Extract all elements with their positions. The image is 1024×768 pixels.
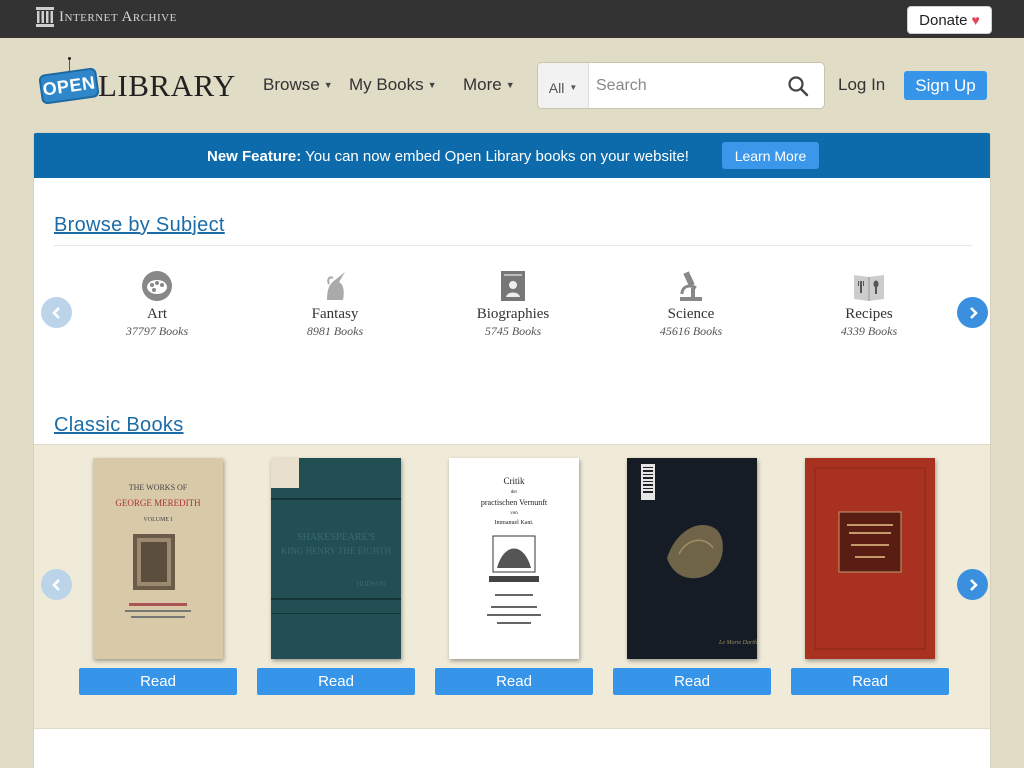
- chevron-down-icon: ▼: [505, 80, 515, 90]
- subject-name: Art: [147, 306, 167, 322]
- microscope-icon: [674, 269, 708, 303]
- subject-science[interactable]: Science 45616 Books: [631, 269, 751, 339]
- cover-line: Critik: [503, 476, 525, 486]
- book-cover[interactable]: THE WORKS OF GEORGE MEREDITH VOLUME I: [93, 458, 223, 659]
- login-link[interactable]: Log In: [838, 75, 885, 95]
- cover-line: der: [511, 490, 518, 495]
- browse-by-subject-heading[interactable]: Browse by Subject: [54, 214, 225, 237]
- nav-more[interactable]: More ▼: [463, 75, 515, 95]
- book-cover[interactable]: Critik der practischen Vernunft von Imma…: [449, 458, 579, 659]
- signup-button[interactable]: Sign Up: [904, 71, 987, 100]
- cover-line: Immanuel Kant.: [495, 520, 534, 526]
- top-bar: Internet Archive Donate ♥: [0, 0, 1024, 38]
- internet-archive-logo[interactable]: Internet Archive: [36, 7, 177, 27]
- subjects-next-button[interactable]: [957, 297, 988, 328]
- main-content: New Feature: You can now embed Open Libr…: [33, 132, 991, 768]
- chevron-right-icon: [969, 306, 978, 319]
- subject-biographies[interactable]: Biographies 5745 Books: [453, 269, 573, 339]
- banner-text: New Feature: You can now embed Open Libr…: [207, 148, 689, 165]
- read-button[interactable]: Read: [257, 668, 415, 695]
- chevron-down-icon: ▼: [569, 83, 578, 92]
- cover-line: KING HENRY THE EIGHTH: [281, 546, 392, 556]
- subject-count: 37797 Books: [125, 324, 189, 338]
- search-input[interactable]: [590, 63, 780, 108]
- search-scope-label: All: [548, 79, 565, 96]
- donate-button[interactable]: Donate ♥: [907, 6, 992, 34]
- nav-my-books-label: My Books: [349, 75, 424, 94]
- book-cover[interactable]: SHAKESPEARE'S KING HENRY THE EIGHTH HUDS…: [271, 458, 401, 659]
- open-library-logo[interactable]: OPEN LIBRARY: [38, 56, 235, 106]
- subject-recipes[interactable]: Recipes 4339 Books: [809, 269, 929, 339]
- subject-count: 45616 Books: [659, 324, 723, 338]
- search-icon[interactable]: [786, 74, 810, 98]
- portrait-book-icon: [496, 269, 530, 303]
- cover-line: von: [510, 511, 518, 516]
- learn-more-button[interactable]: Learn More: [722, 142, 819, 169]
- section-divider: [54, 245, 972, 246]
- nav-browse[interactable]: Browse ▼: [263, 75, 333, 95]
- nav-more-label: More: [463, 75, 502, 94]
- subject-name: Recipes: [845, 306, 893, 322]
- chevron-right-icon: [969, 578, 978, 591]
- nav-browse-label: Browse: [263, 75, 320, 94]
- subject-name: Fantasy: [311, 306, 359, 322]
- cookbook-icon: [852, 269, 886, 303]
- feature-banner: New Feature: You can now embed Open Libr…: [34, 133, 990, 178]
- read-button[interactable]: Read: [613, 668, 771, 695]
- logo-open-sign: OPEN: [38, 67, 100, 105]
- archive-building-icon: [36, 7, 54, 27]
- internet-archive-name: Internet Archive: [59, 8, 177, 25]
- subject-fantasy[interactable]: Fantasy 8981 Books: [275, 269, 395, 339]
- books-prev-button[interactable]: [41, 569, 72, 600]
- subject-count: 8981 Books: [306, 324, 364, 338]
- classic-books-heading[interactable]: Classic Books: [54, 414, 184, 437]
- subject-art[interactable]: Art 37797 Books: [97, 269, 217, 339]
- subject-count: 5745 Books: [484, 324, 542, 338]
- banner-message: You can now embed Open Library books on …: [301, 148, 689, 165]
- cover-line: VOLUME I: [143, 517, 172, 523]
- cover-line: GEORGE MEREDITH: [115, 498, 201, 508]
- nav-my-books[interactable]: My Books ▼: [349, 75, 437, 95]
- cover-line: practischen Vernunft: [481, 498, 548, 507]
- subject-name: Science: [667, 306, 715, 322]
- palette-icon: [140, 269, 174, 303]
- subject-name: Biographies: [476, 306, 550, 322]
- unicorn-icon: [318, 269, 352, 303]
- book-cover[interactable]: [805, 458, 935, 659]
- svg-text:Le Morte Darthur: Le Morte Darthur: [718, 640, 757, 646]
- chevron-left-icon: [51, 306, 60, 319]
- heart-icon: ♥: [971, 12, 980, 28]
- chevron-down-icon: ▼: [427, 80, 437, 90]
- cover-line: THE WORKS OF: [129, 483, 188, 492]
- search-bar: All ▼: [537, 62, 825, 109]
- cover-line: HUDSON: [356, 580, 385, 588]
- banner-bold-label: New Feature:: [207, 148, 302, 165]
- cover-line: SHAKESPEARE'S: [297, 532, 375, 543]
- read-button[interactable]: Read: [435, 668, 593, 695]
- read-button[interactable]: Read: [791, 668, 949, 695]
- chevron-left-icon: [51, 578, 60, 591]
- books-next-button[interactable]: [957, 569, 988, 600]
- logo-library-text: LIBRARY: [98, 68, 236, 103]
- search-scope-select[interactable]: All ▼: [538, 63, 589, 108]
- chevron-down-icon: ▼: [323, 80, 333, 90]
- subjects-prev-button[interactable]: [41, 297, 72, 328]
- subject-count: 4339 Books: [840, 324, 898, 338]
- read-button[interactable]: Read: [79, 668, 237, 695]
- book-cover[interactable]: Le Morte Darthur: [627, 458, 757, 659]
- donate-label: Donate: [919, 11, 968, 29]
